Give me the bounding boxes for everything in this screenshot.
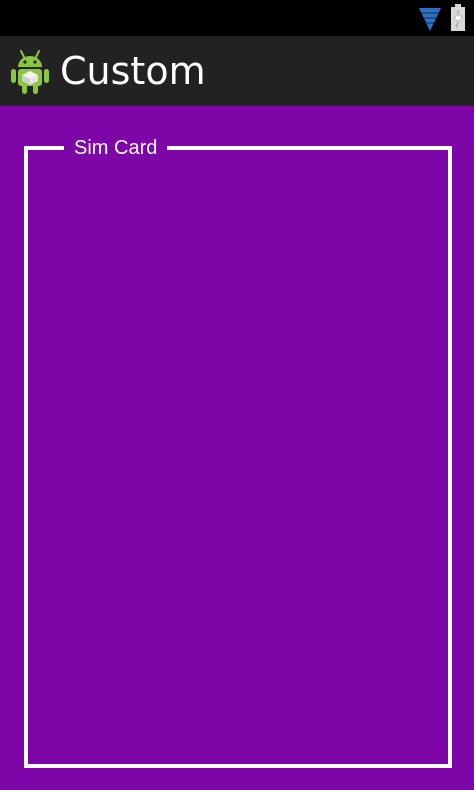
status-bar: [0, 0, 474, 36]
content-area: Sim Card: [0, 106, 474, 790]
action-bar: Custom: [0, 36, 474, 106]
sim-card-label: Sim Card: [64, 136, 168, 160]
sim-card-group-box: Sim Card: [24, 136, 452, 768]
wifi-icon: [419, 8, 441, 31]
battery-charging-icon: [451, 4, 465, 31]
app-title: Custom: [60, 49, 206, 93]
android-icon[interactable]: [10, 49, 50, 95]
